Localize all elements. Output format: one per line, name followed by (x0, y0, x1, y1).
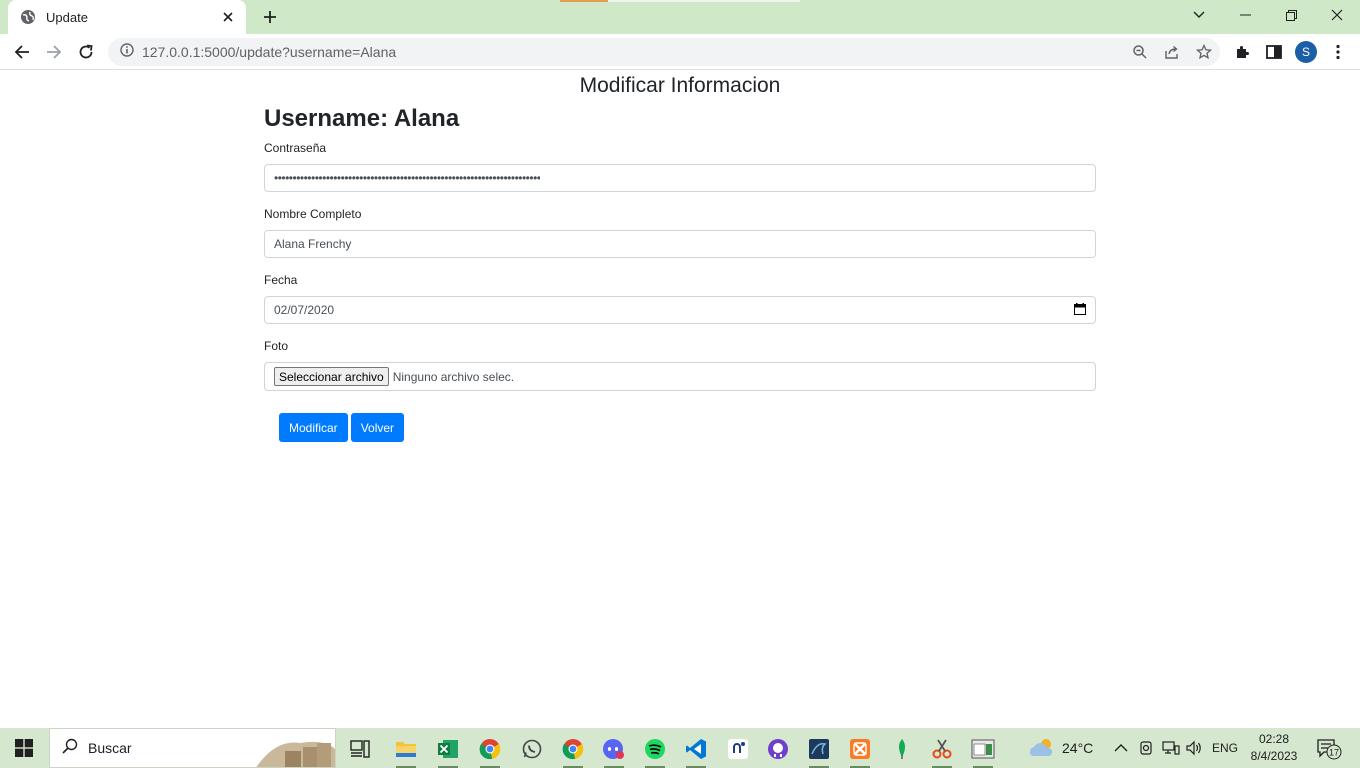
choose-file-button[interactable]: Seleccionar archivo (274, 367, 389, 386)
form-actions: Modificar Volver (279, 413, 405, 442)
photo-file-input[interactable]: Seleccionar archivo Ninguno archivo sele… (264, 362, 1096, 391)
taskbar-search-box[interactable]: Buscar (49, 728, 336, 768)
notification-count: 17 (1329, 748, 1339, 758)
mongodb-compass-icon[interactable] (884, 732, 920, 766)
fullname-label: Nombre Completo (264, 207, 362, 221)
forward-button[interactable] (40, 38, 68, 66)
password-field[interactable]: ••••••••••••••••••••••••••••••••••••••••… (264, 164, 1096, 192)
share-icon[interactable] (1156, 38, 1188, 66)
discord-icon[interactable] (596, 732, 632, 768)
vscode-icon[interactable] (678, 732, 714, 768)
tab-search-chevron-icon[interactable] (1176, 0, 1222, 30)
fullname-value: Alana Frenchy (274, 237, 352, 251)
modify-button[interactable]: Modificar (279, 413, 348, 442)
language-indicator[interactable]: ENG (1212, 728, 1238, 768)
tab-strip-highlight (608, 0, 800, 2)
profile-initial: S (1295, 41, 1317, 63)
kebab-menu-icon[interactable] (1324, 38, 1352, 66)
tab-update[interactable]: Update (8, 0, 246, 34)
tray-chevron-up-icon[interactable] (1114, 728, 1128, 768)
network-icon[interactable] (1162, 728, 1180, 768)
tab-strip-accent (560, 0, 608, 2)
chrome-profile-icon[interactable] (555, 732, 591, 768)
back-button[interactable] (8, 38, 36, 66)
tab-close-icon[interactable] (220, 9, 236, 25)
tab-strip: Update (0, 0, 1360, 34)
bookmark-star-icon[interactable] (1188, 38, 1220, 66)
cloud-sun-icon (1028, 736, 1056, 761)
minimize-button[interactable] (1222, 0, 1268, 30)
url-text[interactable]: 127.0.0.1:5000/update?username=Alana (142, 44, 1124, 60)
file-status-text: Ninguno archivo selec. (392, 369, 515, 384)
xampp-icon[interactable] (842, 732, 878, 768)
photo-label: Foto (264, 339, 289, 353)
side-panel-icon[interactable] (1260, 38, 1288, 66)
postman-sync-icon[interactable] (720, 732, 756, 766)
profile-avatar[interactable]: S (1292, 38, 1320, 66)
tray-device-icon[interactable] (1138, 728, 1154, 768)
mysql-workbench-icon[interactable] (801, 732, 837, 768)
weather-widget[interactable]: 24°C (1028, 728, 1093, 768)
calendar-icon[interactable] (1074, 302, 1086, 318)
spotify-icon[interactable] (637, 732, 673, 768)
app-window-icon[interactable] (965, 732, 1001, 768)
page-content: Modificar Informacion Username: Alana Co… (0, 71, 1360, 728)
search-icon (62, 738, 78, 759)
password-label: Contraseña (264, 141, 327, 155)
file-explorer-icon[interactable] (388, 732, 424, 768)
new-tab-button[interactable] (258, 6, 282, 28)
restore-button[interactable] (1268, 0, 1314, 30)
clock-time: 02:28 (1258, 732, 1290, 746)
date-field[interactable]: 02/07/2020 (264, 296, 1096, 324)
address-bar[interactable]: 127.0.0.1:5000/update?username=Alana (108, 38, 1220, 66)
extensions-puzzle-icon[interactable] (1228, 38, 1256, 66)
volume-icon[interactable] (1185, 728, 1203, 768)
search-placeholder: Buscar (88, 740, 132, 756)
whatsapp-icon[interactable] (514, 732, 550, 766)
weather-temperature: 24°C (1062, 740, 1094, 756)
password-value: ••••••••••••••••••••••••••••••••••••••••… (274, 171, 541, 185)
task-view-icon[interactable] (342, 732, 378, 766)
browser-toolbar: 127.0.0.1:5000/update?username=Alana S (0, 34, 1360, 70)
windows-taskbar: Buscar 24°C ENG 02:28 8/4/2023 17 (0, 728, 1360, 768)
snipping-tool-icon[interactable] (924, 732, 960, 768)
globe-icon (20, 9, 36, 25)
system-clock[interactable]: 02:28 8/4/2023 (1244, 731, 1304, 765)
zoom-icon[interactable] (1124, 38, 1156, 66)
windows-start-icon[interactable] (0, 728, 48, 768)
back-page-button[interactable]: Volver (350, 413, 405, 442)
search-highlight-image (256, 741, 335, 767)
reload-button[interactable] (72, 38, 100, 66)
tab-title: Update (46, 9, 88, 25)
fullname-field[interactable]: Alana Frenchy (264, 230, 1096, 258)
close-window-button[interactable] (1314, 0, 1360, 30)
github-desktop-icon[interactable] (760, 732, 796, 766)
date-value: 02/07/2020 (274, 303, 335, 317)
page-title: Modificar Informacion (579, 74, 781, 97)
username-heading: Username: Alana (264, 105, 460, 132)
excel-icon[interactable] (430, 732, 466, 768)
notification-center-icon[interactable]: 17 (1316, 728, 1342, 768)
site-info-icon[interactable] (120, 42, 134, 62)
chrome-icon[interactable] (472, 732, 508, 768)
clock-date: 8/4/2023 (1250, 749, 1298, 763)
update-form: Username: Alana Contraseña •••••••••••••… (264, 104, 1096, 391)
date-label: Fecha (264, 273, 298, 287)
